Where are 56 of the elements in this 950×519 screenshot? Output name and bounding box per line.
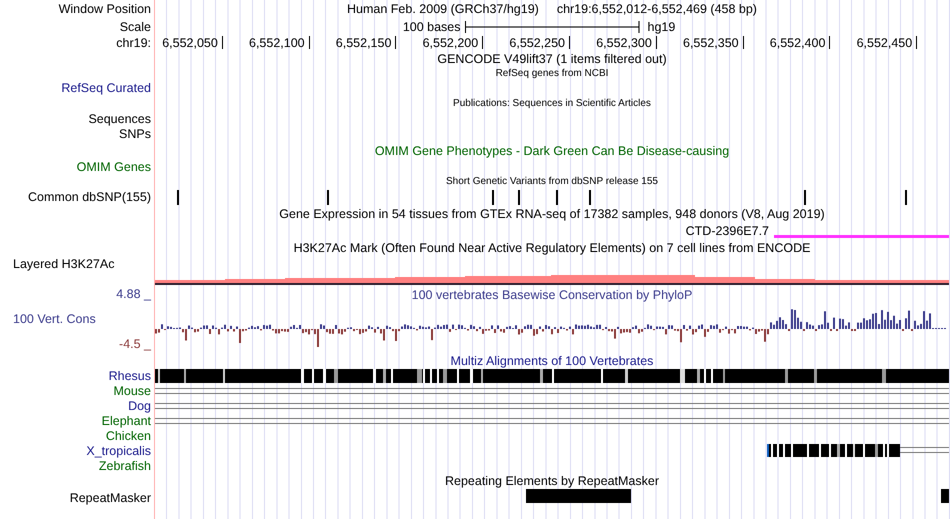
ruler-tick <box>482 36 484 49</box>
track-caption: RefSeq genes from NCBI <box>496 68 608 79</box>
track-label[interactable]: Common dbSNP(155) <box>28 190 151 204</box>
track-caption: Short Genetic Variants from dbSNP release 155 <box>446 176 658 187</box>
ruler-tick-label: 6,552,300 <box>596 36 652 50</box>
track-label[interactable]: Elephant <box>102 414 151 428</box>
track-label[interactable]: OMIM Genes <box>76 160 151 174</box>
ruler-tick <box>569 36 570 49</box>
track-label[interactable]: Chicken <box>106 428 151 442</box>
track-title: OMIM Gene Phenotypes - Dark Green Can Be Disease-causing <box>374 144 730 158</box>
ruler-tick <box>222 36 223 49</box>
track-label[interactable]: X_tropicalis <box>86 444 151 458</box>
ruler-tick <box>829 36 830 49</box>
ruler-tick-label: 6,552,250 <box>509 36 565 50</box>
track-label[interactable]: Rhesus <box>108 368 151 382</box>
track-label[interactable]: Sequences <box>88 112 151 126</box>
track-label[interactable]: RepeatMasker <box>70 491 151 505</box>
ruler-tick-label: 6,552,450 <box>856 36 912 50</box>
track-title: H3K27Ac Mark (Often Found Near Active Regulatory Elements) on 7 cell lines from ENCODE <box>294 241 810 255</box>
track-label: Scale <box>120 20 151 34</box>
track-label[interactable]: Layered H3K27Ac <box>13 257 114 271</box>
assembly-title: Human Feb. 2009 (GRCh37/hg19) <box>347 2 539 16</box>
track-label[interactable]: 100 Vert. Cons <box>0 312 96 326</box>
scale-length: 100 bases <box>402 20 460 34</box>
gene-name[interactable]: CTD-2396E7.7 <box>686 224 769 238</box>
ruler-tick-label: 6,552,350 <box>683 36 739 50</box>
position-text: chr19:6,552,012-6,552,469 (458 bp) <box>556 2 757 16</box>
ruler-tick-label: 6,552,150 <box>336 36 392 50</box>
ruler-tick-label: 6,552,400 <box>770 36 826 50</box>
track-title: Multiz Alignments of 100 Vertebrates <box>450 354 654 368</box>
track-title: Gene Expression in 54 tissues from GTEx RNA-seq of 17382 samples, 948 donors (V8, Aug 2019) <box>279 206 825 220</box>
track-caption: Publications: Sequences in Scientific Articles <box>453 98 651 109</box>
assembly-name: hg19 <box>648 20 676 34</box>
gene-line[interactable] <box>774 235 949 238</box>
track-label: chr19: <box>116 36 151 50</box>
track-label[interactable]: RefSeq Curated <box>61 81 151 95</box>
axis-max-label: 4.88 _ <box>116 287 151 301</box>
track-title: GENCODE V49lift37 (1 items filtered out) <box>437 52 667 66</box>
axis-min-label: -4.5 _ <box>119 337 151 351</box>
repeat-element-block[interactable] <box>526 489 631 503</box>
track-label[interactable]: Zebrafish <box>98 458 151 472</box>
ruler-tick <box>308 36 310 49</box>
ruler-tick <box>742 36 744 49</box>
track-title: Repeating Elements by RepeatMasker <box>444 474 659 488</box>
ruler-tick-label: 6,552,100 <box>249 36 305 50</box>
track-label[interactable]: Mouse <box>113 384 151 398</box>
ruler-tick-label: 6,552,050 <box>162 36 218 50</box>
repeat-element-block[interactable] <box>941 489 949 503</box>
track-title: 100 vertebrates Basewise Conservation by PhyloP <box>412 288 692 302</box>
track-label: Window Position <box>58 2 151 16</box>
ruler-tick-label: 6,552,200 <box>422 36 478 50</box>
ruler-tick <box>395 36 396 49</box>
track-label[interactable]: Dog <box>128 398 151 412</box>
track-label[interactable]: SNPs <box>119 127 151 141</box>
ruler-tick <box>656 36 657 49</box>
ruler-tick <box>916 36 918 49</box>
